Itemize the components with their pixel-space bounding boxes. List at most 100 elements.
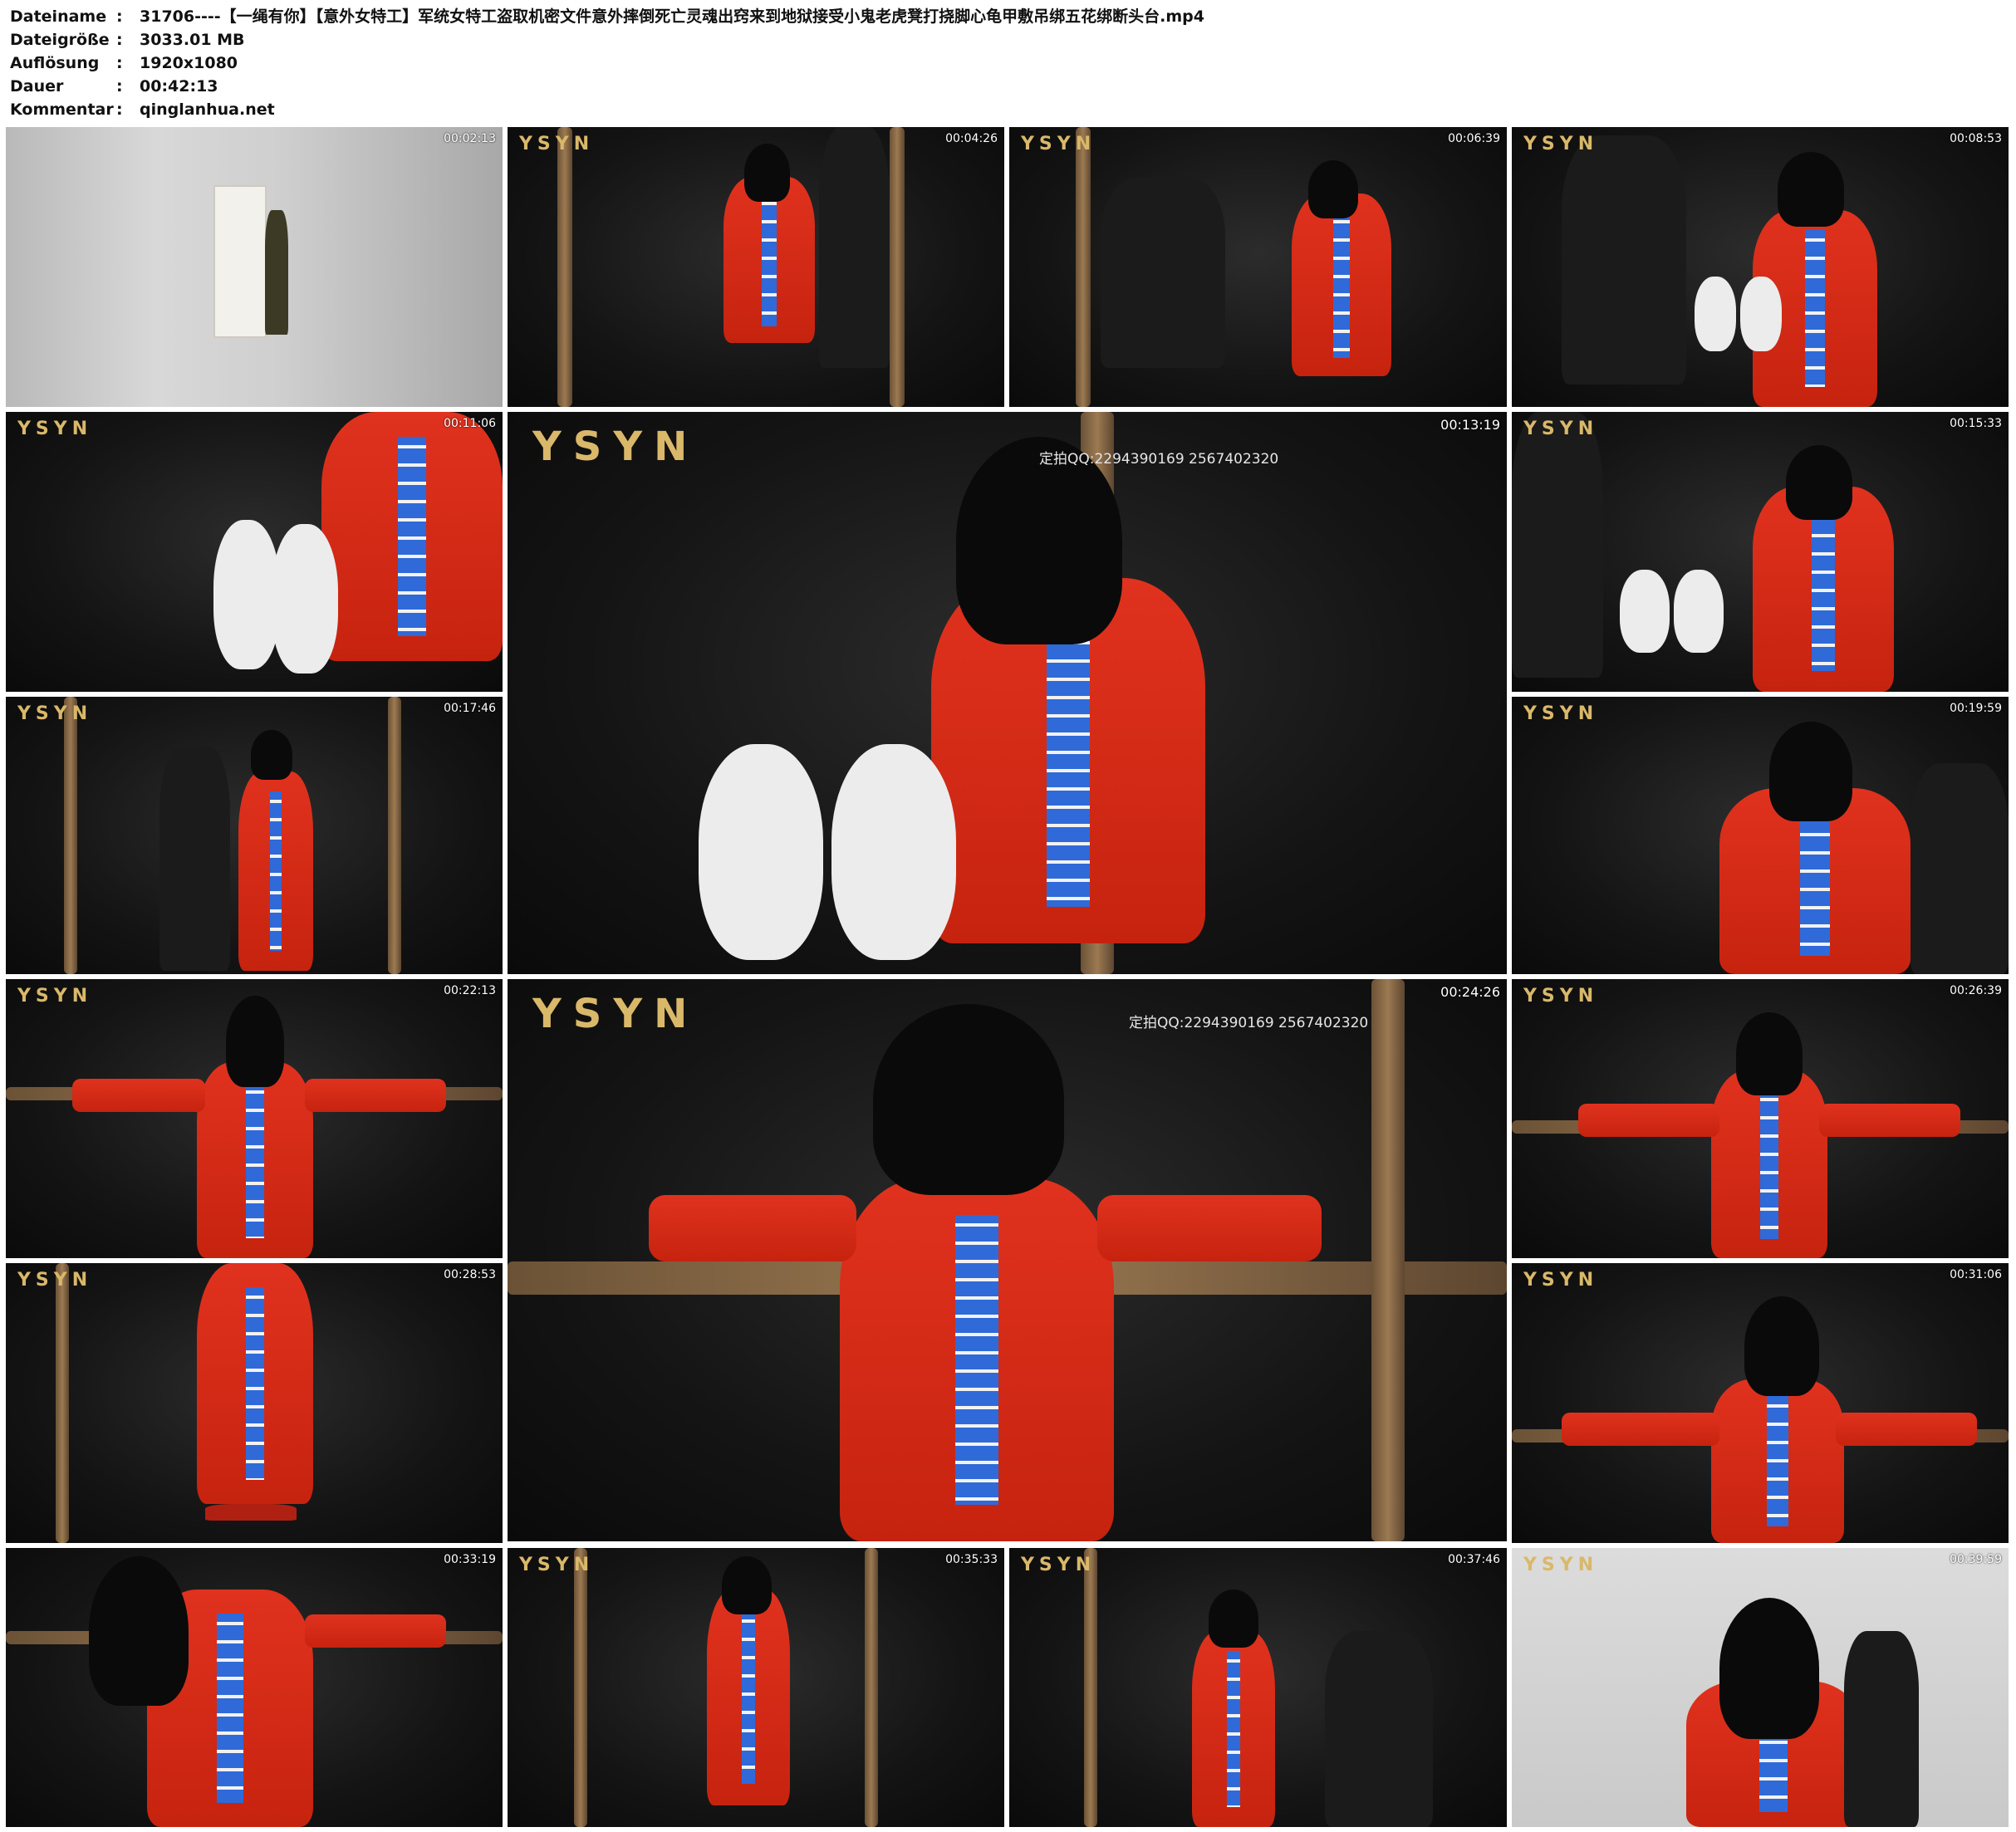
frame-timecode: 00:11:06 <box>444 417 496 430</box>
watermark-text: 定拍QQ:2294390169 2567402320 <box>1039 451 1279 468</box>
hair-shape <box>744 144 790 202</box>
frame-image <box>1009 1548 1507 1827</box>
figure-shape <box>819 127 890 368</box>
arm-shape <box>1836 1413 1977 1446</box>
thumbnail-frame[interactable]: YSYN 00:06:39 <box>1009 127 1507 407</box>
wood-beam <box>56 1263 69 1543</box>
thumbnail-frame[interactable]: YSYN 00:28:53 <box>6 1263 503 1543</box>
figure-shape <box>707 1590 790 1805</box>
wood-beam <box>1076 127 1091 407</box>
shoe-shape <box>205 1504 297 1521</box>
arm-shape <box>1097 1195 1322 1261</box>
arm-shape <box>305 1614 446 1648</box>
wood-beam <box>1371 979 1405 1541</box>
thumbnail-frame-large[interactable]: YSYN 定拍QQ:2294390169 2567402320 00:24:26 <box>508 979 1507 1541</box>
frame-image <box>1512 1263 2009 1543</box>
frame-timecode: 00:31:06 <box>1950 1268 2002 1281</box>
thumbnail-frame[interactable]: 00:02:13 <box>6 127 503 407</box>
sock-shape <box>1674 570 1724 653</box>
wood-beam <box>865 1548 878 1827</box>
brand-logo: YSYN <box>17 703 93 724</box>
brand-logo: YSYN <box>17 986 93 1007</box>
figure-shape <box>159 747 230 971</box>
frame-timecode: 00:39:59 <box>1950 1553 2002 1566</box>
frame-timecode: 00:02:13 <box>444 132 496 145</box>
frame-image <box>1512 979 2009 1258</box>
frame-image <box>1009 127 1507 407</box>
frame-image <box>508 979 1507 1541</box>
figure-shape <box>1512 412 1603 678</box>
thumbnail-frame[interactable]: YSYN 00:39:59 <box>1512 1548 2009 1827</box>
frame-timecode: 00:13:19 <box>1440 417 1500 433</box>
figure-shape <box>197 1062 313 1258</box>
brand-logo: YSYN <box>1523 1555 1599 1575</box>
sock-shape <box>831 744 956 960</box>
brand-logo: YSYN <box>17 419 93 439</box>
arm-shape <box>1562 1413 1719 1446</box>
frame-timecode: 00:08:53 <box>1950 132 2002 145</box>
hair-shape <box>89 1556 189 1706</box>
frame-timecode: 00:17:46 <box>444 702 496 715</box>
figure-shape <box>724 177 815 343</box>
thumbnail-frame[interactable]: YSYN 00:17:46 <box>6 697 503 974</box>
arm-shape <box>1578 1104 1719 1137</box>
brand-logo: YSYN <box>532 424 699 470</box>
thumbnail-frame[interactable]: YSYN 00:22:13 <box>6 979 503 1258</box>
frame-image <box>1512 127 2009 407</box>
thumbnail-frame[interactable]: YSYN 00:35:33 <box>508 1548 1004 1827</box>
figure-shape <box>238 771 313 971</box>
wood-beam <box>1084 1548 1097 1827</box>
thumbnail-frame[interactable]: YSYN 00:31:06 <box>1512 1263 2009 1543</box>
frame-timecode: 00:15:33 <box>1950 417 2002 430</box>
thumbnail-frame[interactable]: YSYN 00:11:06 <box>6 412 503 692</box>
frame-image <box>6 979 503 1258</box>
figure-shape <box>1192 1631 1275 1827</box>
figure-shape <box>1292 193 1391 376</box>
frame-image <box>1512 412 2009 692</box>
thumbnail-grid: 00:02:13 YSYN 00:04:26 YSYN 00:06:39 YSY… <box>0 0 2016 1832</box>
brand-logo: YSYN <box>1523 419 1599 439</box>
brand-logo: YSYN <box>519 134 595 154</box>
hair-shape <box>1736 1012 1803 1095</box>
sock-shape <box>1695 277 1736 351</box>
frame-image <box>508 127 1004 407</box>
frame-timecode: 00:04:26 <box>945 132 998 145</box>
frame-timecode: 00:35:33 <box>945 1553 998 1566</box>
frame-timecode: 00:19:59 <box>1950 702 2002 715</box>
thumbnail-frame[interactable]: YSYN 00:04:26 <box>508 127 1004 407</box>
door-shape <box>213 185 267 338</box>
sock-shape <box>699 744 823 960</box>
hair-shape <box>1744 1296 1819 1396</box>
arm-shape <box>649 1195 856 1261</box>
thumbnail-frame[interactable]: YSYN 00:19:59 <box>1512 697 2009 974</box>
thumbnail-frame[interactable]: YSYN 00:08:53 <box>1512 127 2009 407</box>
hair-shape <box>1308 160 1358 218</box>
hair-shape <box>251 730 292 780</box>
figure-shape <box>1711 1070 1827 1258</box>
figure-shape <box>1844 1631 1919 1827</box>
brand-logo: YSYN <box>1523 986 1599 1007</box>
hair-shape <box>1769 722 1852 821</box>
thumbnail-frame[interactable]: YSYN 00:15:33 <box>1512 412 2009 692</box>
frame-timecode: 00:06:39 <box>1448 132 1500 145</box>
frame-image <box>6 127 503 407</box>
sock-shape <box>1740 277 1782 351</box>
thumbnail-frame[interactable]: YSYN 00:37:46 <box>1009 1548 1507 1827</box>
thumbnail-frame-large[interactable]: YSYN 定拍QQ:2294390169 2567402320 00:13:19 <box>508 412 1507 974</box>
hair-shape <box>226 996 284 1087</box>
frame-timecode: 00:24:26 <box>1440 984 1500 1000</box>
figure-shape <box>1711 1379 1844 1543</box>
brand-logo: YSYN <box>1523 703 1599 724</box>
hair-shape <box>1209 1590 1258 1648</box>
thumbnail-frame[interactable]: YSYN 00:26:39 <box>1512 979 2009 1258</box>
figure-shape <box>265 210 288 335</box>
brand-logo: YSYN <box>1523 134 1599 154</box>
thumbnail-frame[interactable]: 00:33:19 <box>6 1548 503 1827</box>
frame-image <box>1512 697 2009 974</box>
arm-shape <box>72 1079 205 1112</box>
figure-shape <box>1562 135 1686 385</box>
sock-shape <box>213 520 280 669</box>
figure-shape <box>1101 177 1225 368</box>
hair-shape <box>1719 1598 1819 1739</box>
frame-timecode: 00:22:13 <box>444 984 496 997</box>
